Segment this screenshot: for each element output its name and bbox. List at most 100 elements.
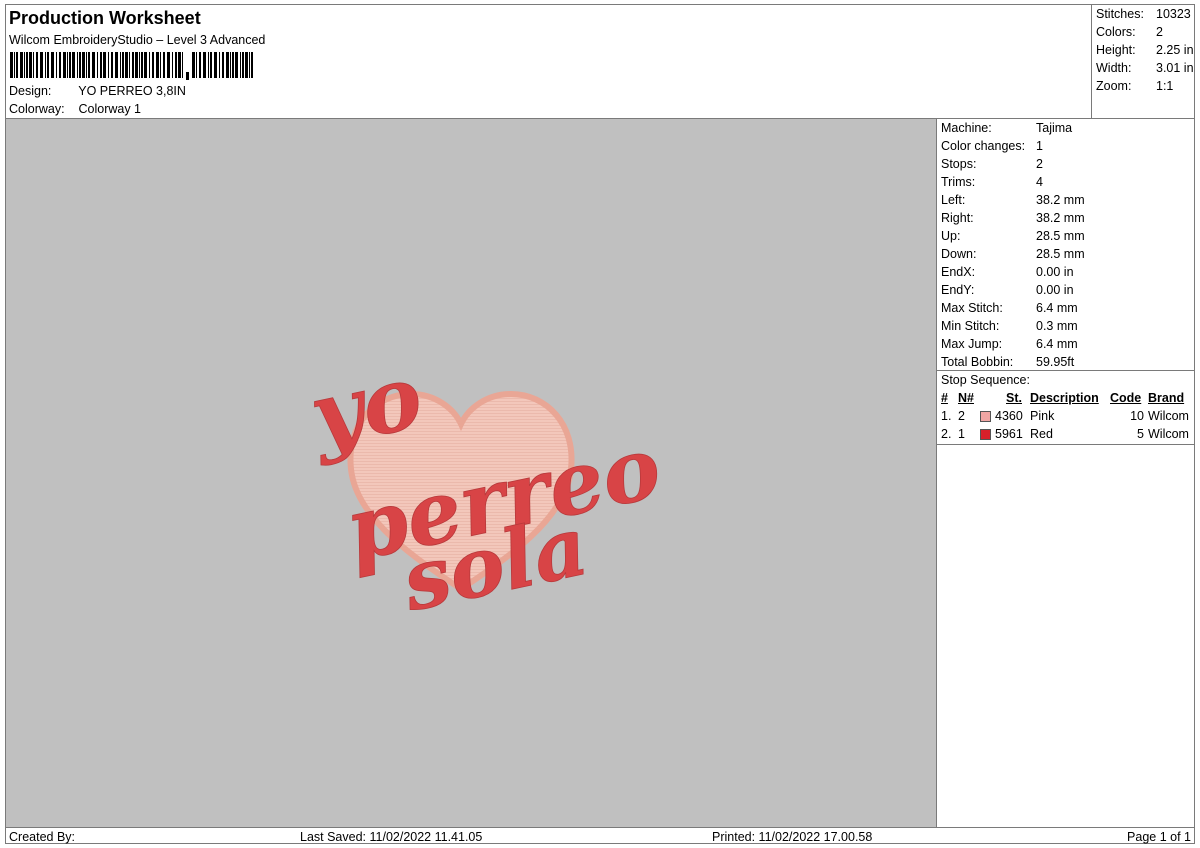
machine-row-label: Trims: <box>941 175 976 189</box>
design-label: Design: <box>9 84 52 98</box>
col-header-num: # <box>941 391 948 405</box>
machine-row-value: 28.5 mm <box>1036 229 1085 243</box>
machine-row: EndY: 0.00 in <box>941 283 1074 297</box>
stop-row-code: 5 <box>1137 427 1144 441</box>
machine-row-label: Machine: <box>941 121 992 135</box>
page-title: Production Worksheet <box>9 8 201 28</box>
colorway-row: Colorway: Colorway 1 <box>9 102 141 116</box>
machine-row-label: Total Bobbin: <box>941 355 1014 369</box>
machine-row-label: Max Stitch: <box>941 301 1003 315</box>
machine-row-label: Up: <box>941 229 961 243</box>
stop-row-brand: Wilcom <box>1148 427 1189 441</box>
machine-row-label: Stops: <box>941 157 977 171</box>
stop-row-stitches: 5961 <box>995 427 1023 441</box>
machine-row-label: Left: <box>941 193 966 207</box>
design-row: Design: YO PERREO 3,8IN <box>9 84 186 98</box>
page-number: Page 1 of 1 <box>1127 830 1191 844</box>
zoom-row: Zoom: 1:1 <box>1096 79 1173 93</box>
colors-label: Colors: <box>1096 25 1136 39</box>
machine-row-value: 2 <box>1036 157 1043 171</box>
machine-row-value: Tajima <box>1036 121 1073 135</box>
embroidery-design: yo perreo sola <box>299 343 669 631</box>
machine-row-label: EndX: <box>941 265 976 279</box>
last-saved: Last Saved: 11/02/2022 11.41.05 <box>300 830 483 844</box>
machine-row-value: 6.4 mm <box>1036 337 1078 351</box>
design-preview: yo perreo sola <box>6 119 937 827</box>
col-header-brand: Brand <box>1148 391 1185 405</box>
machine-info-panel: Machine: Tajima Color changes: 1 Stops: 2 Trim… <box>937 119 1194 827</box>
stop-row-code: 10 <box>1130 409 1144 423</box>
machine-row: Total Bobbin: 59.95ft <box>941 355 1074 369</box>
stop-row-brand: Wilcom <box>1148 409 1189 423</box>
col-header-description: Description <box>1030 391 1099 405</box>
created-by: Created By: <box>9 830 76 844</box>
machine-row: Left: 38.2 mm <box>941 193 1085 207</box>
machine-row-label: Max Jump: <box>941 337 1003 351</box>
machine-row-value: 0.3 mm <box>1036 319 1078 333</box>
zoom-label: Zoom: <box>1096 79 1132 93</box>
height-row: Height: 2.25 in <box>1096 43 1194 57</box>
colorway-label: Colorway: <box>9 102 65 116</box>
stop-row-number: 1. <box>941 409 952 423</box>
divider <box>937 370 1194 371</box>
width-row: Width: 3.01 in <box>1096 61 1194 75</box>
zoom-value: 1:1 <box>1156 79 1174 93</box>
machine-row-value: 1 <box>1036 139 1043 153</box>
stitches-row: Stitches: 10323 <box>1096 7 1191 21</box>
machine-row: Stops: 2 <box>941 157 1043 171</box>
machine-row: Right: 38.2 mm <box>941 211 1085 225</box>
worksheet-frame: Production Worksheet Wilcom EmbroiderySt… <box>5 4 1195 844</box>
stitches-value: 10323 <box>1156 7 1191 21</box>
machine-row: Color changes: 1 <box>941 139 1043 153</box>
colorway-value: Colorway 1 <box>78 102 142 116</box>
width-label: Width: <box>1096 61 1132 75</box>
stop-sequence-title: Stop Sequence: <box>941 373 1030 387</box>
col-header-stitches: St. <box>1006 391 1022 405</box>
worksheet-header: Production Worksheet Wilcom EmbroiderySt… <box>6 5 1091 119</box>
stop-row-stitches: 4360 <box>995 409 1023 423</box>
machine-row-label: Min Stitch: <box>941 319 1000 333</box>
machine-row-label: Down: <box>941 247 977 261</box>
col-header-code: Code <box>1110 391 1142 405</box>
worksheet-footer: Created By: Last Saved: 11/02/2022 11.41… <box>6 827 1194 844</box>
machine-row: Machine: Tajima <box>941 121 1072 135</box>
machine-row-value: 59.95ft <box>1036 355 1075 369</box>
colors-value: 2 <box>1156 25 1163 39</box>
height-value: 2.25 in <box>1156 43 1194 57</box>
printed-date: Printed: 11/02/2022 17.00.58 <box>712 830 873 844</box>
design-value: YO PERREO 3,8IN <box>78 84 186 98</box>
stop-row-needle: 2 <box>958 409 965 423</box>
barcode-image <box>10 52 253 80</box>
machine-row-value: 4 <box>1036 175 1043 189</box>
machine-row-value: 38.2 mm <box>1036 211 1085 225</box>
machine-row: EndX: 0.00 in <box>941 265 1074 279</box>
machine-row-label: Right: <box>941 211 974 225</box>
stop-row-description: Red <box>1030 427 1053 441</box>
machine-row: Min Stitch: 0.3 mm <box>941 319 1078 333</box>
machine-row: Down: 28.5 mm <box>941 247 1085 261</box>
stitches-label: Stitches: <box>1096 7 1144 21</box>
software-name: Wilcom EmbroideryStudio – Level 3 Advanc… <box>9 33 266 47</box>
machine-row: Up: 28.5 mm <box>941 229 1085 243</box>
color-swatch <box>980 429 991 440</box>
stop-row-description: Pink <box>1030 409 1055 423</box>
machine-row: Max Jump: 6.4 mm <box>941 337 1078 351</box>
machine-row-value: 28.5 mm <box>1036 247 1085 261</box>
machine-row-label: EndY: <box>941 283 975 297</box>
width-value: 3.01 in <box>1156 61 1194 75</box>
col-header-needle: N# <box>958 391 974 405</box>
divider <box>937 444 1194 445</box>
color-swatch <box>980 411 991 422</box>
colors-row: Colors: 2 <box>1096 25 1163 39</box>
machine-row: Max Stitch: 6.4 mm <box>941 301 1078 315</box>
height-label: Height: <box>1096 43 1136 57</box>
stop-row-needle: 1 <box>958 427 965 441</box>
machine-row-value: 38.2 mm <box>1036 193 1085 207</box>
machine-row-value: 0.00 in <box>1036 283 1074 297</box>
machine-row-value: 6.4 mm <box>1036 301 1078 315</box>
machine-row-value: 0.00 in <box>1036 265 1074 279</box>
machine-row-label: Color changes: <box>941 139 1026 153</box>
machine-row: Trims: 4 <box>941 175 1043 189</box>
stop-row-number: 2. <box>941 427 952 441</box>
summary-box: Stitches: 10323 Colors: 2 Height: 2.25 in W… <box>1091 5 1194 119</box>
